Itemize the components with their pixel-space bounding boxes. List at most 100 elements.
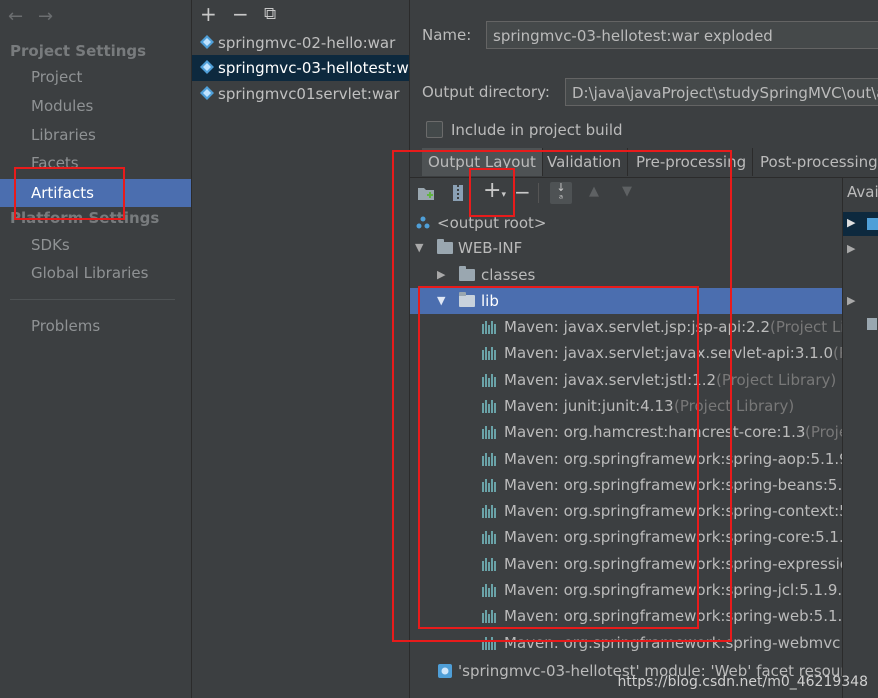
nav-item-project[interactable]: Project bbox=[0, 64, 191, 90]
library-row[interactable]: Maven: org.springframework:spring-expres… bbox=[410, 551, 842, 577]
tree-row-output-root[interactable]: <output root> bbox=[410, 210, 842, 236]
output-layout-tree: <output root> ▼ WEB-INF ▶ classes ▼ lib … bbox=[410, 208, 842, 698]
add-copy-of-button[interactable]: +▾ bbox=[483, 178, 506, 203]
settings-sidebar: ← → Project Settings Project Modules Lib… bbox=[0, 0, 192, 698]
nav-item-artifacts[interactable]: Artifacts bbox=[0, 179, 191, 207]
library-row[interactable]: Maven: junit:junit:4.13 (Project Library… bbox=[410, 393, 842, 419]
toolbar-separator bbox=[538, 183, 539, 203]
output-directory-label: Output directory: bbox=[422, 83, 550, 101]
nav-item-facets[interactable]: Facets bbox=[0, 150, 191, 176]
artifact-label: springmvc-03-hellotest:war exploded bbox=[218, 59, 410, 77]
nav-item-modules[interactable]: Modules bbox=[0, 93, 191, 119]
library-icon bbox=[482, 452, 498, 466]
library-name: Maven: org.springframework:spring-aop:5.… bbox=[504, 449, 842, 468]
library-row[interactable]: Maven: javax.servlet.jsp:jsp-api:2.2 (Pr… bbox=[410, 314, 842, 340]
name-field[interactable]: springmvc-03-hellotest:war exploded bbox=[486, 21, 878, 49]
library-icon bbox=[482, 584, 498, 597]
project-settings-heading: Project Settings bbox=[10, 42, 147, 60]
tree-row-web-inf[interactable]: ▼ WEB-INF bbox=[410, 235, 842, 261]
library-row[interactable]: Maven: javax.servlet:javax.servlet-api:3… bbox=[410, 340, 842, 366]
library-name: Maven: org.springframework:spring-expres… bbox=[504, 554, 842, 573]
artifact-label: springmvc01servlet:war bbox=[218, 85, 400, 103]
tree-label: classes bbox=[481, 266, 536, 284]
forward-arrow-icon[interactable]: → bbox=[38, 6, 53, 27]
tab-pre-processing[interactable]: Pre-processing bbox=[630, 148, 754, 176]
library-row[interactable]: Maven: org.springframework:spring-contex… bbox=[410, 498, 842, 524]
collapse-arrow-icon[interactable]: ▶ bbox=[437, 262, 445, 288]
library-scope: (Project Library) bbox=[716, 370, 837, 389]
library-name: Maven: junit:junit:4.13 bbox=[504, 396, 674, 415]
library-row[interactable]: Maven: org.springframework:spring-core:5… bbox=[410, 524, 842, 550]
tab-validation[interactable]: Validation bbox=[541, 148, 629, 176]
tree-row-classes[interactable]: ▶ classes bbox=[410, 262, 842, 288]
expand-arrow-icon[interactable]: ▼ bbox=[437, 288, 445, 314]
nav-item-sdks[interactable]: SDKs bbox=[0, 232, 191, 258]
library-scope: (Project Library) bbox=[805, 423, 842, 442]
artifact-item[interactable]: springmvc-02-hello:war bbox=[192, 30, 409, 56]
library-name: Maven: javax.servlet:jstl:1.2 bbox=[504, 370, 716, 389]
expand-arrow-icon[interactable]: ▼ bbox=[415, 235, 423, 261]
library-name: Maven: org.springframework:spring-web:5.… bbox=[504, 607, 842, 626]
tab-post-processing[interactable]: Post-processing bbox=[754, 148, 878, 176]
create-directory-icon[interactable] bbox=[418, 186, 436, 200]
library-name: Maven: org.springframework:spring-contex… bbox=[504, 502, 842, 521]
nav-item-libraries[interactable]: Libraries bbox=[0, 122, 191, 148]
remove-element-button[interactable]: − bbox=[514, 180, 531, 204]
library-row[interactable]: Maven: org.springframework:spring-aop:5.… bbox=[410, 446, 842, 472]
library-icon bbox=[482, 426, 498, 440]
include-in-build-label: Include in project build bbox=[451, 121, 623, 139]
archive-icon[interactable] bbox=[452, 184, 464, 202]
library-icon bbox=[482, 321, 498, 334]
back-arrow-icon[interactable]: ← bbox=[8, 6, 23, 27]
remove-artifact-button[interactable]: − bbox=[232, 2, 249, 26]
platform-settings-heading: Platform Settings bbox=[10, 209, 160, 227]
sort-elements-icon[interactable]: ↓ ᵃ bbox=[550, 182, 572, 204]
library-name: Maven: org.hamcrest:hamcrest-core:1.3 bbox=[504, 423, 806, 442]
library-icon bbox=[482, 636, 498, 650]
move-up-icon[interactable]: ▲ bbox=[589, 184, 599, 199]
available-elements-label: Available Elements bbox=[847, 183, 878, 201]
move-down-icon[interactable]: ▼ bbox=[622, 184, 632, 199]
watermark: https://blog.csdn.net/m0_46219348 bbox=[617, 674, 868, 690]
nav-item-global-libraries[interactable]: Global Libraries bbox=[0, 260, 191, 286]
tree-label: <output root> bbox=[437, 214, 547, 232]
sidebar-divider bbox=[10, 299, 175, 300]
library-icon bbox=[482, 478, 498, 492]
tree-label: WEB-INF bbox=[458, 239, 523, 257]
library-scope: (Project Library) bbox=[674, 396, 795, 415]
available-expand-arrow-icon[interactable]: ▶ bbox=[847, 216, 855, 229]
library-name: Maven: org.springframework:spring-beans:… bbox=[504, 475, 842, 494]
nav-item-problems[interactable]: Problems bbox=[0, 313, 191, 339]
tab-bar: Output Layout Validation Pre-processing … bbox=[410, 148, 878, 178]
library-name: Maven: javax.servlet.jsp:jsp-api:2.2 bbox=[504, 318, 771, 336]
library-row[interactable]: Maven: javax.servlet:jstl:1.2 (Project L… bbox=[410, 367, 842, 393]
library-row[interactable]: Maven: org.springframework:spring-beans:… bbox=[410, 472, 842, 498]
artifact-icon bbox=[200, 86, 214, 100]
library-row[interactable]: Maven: org.springframework:spring-jcl:5.… bbox=[410, 577, 842, 603]
file-icon bbox=[867, 318, 877, 330]
artifact-item-selected[interactable]: springmvc-03-hellotest:war exploded bbox=[192, 55, 409, 81]
artifact-item[interactable]: springmvc01servlet:war bbox=[192, 81, 409, 107]
library-row[interactable]: Maven: org.hamcrest:hamcrest-core:1.3 (P… bbox=[410, 419, 842, 445]
library-name: Maven: javax.servlet:javax.servlet-api:3… bbox=[504, 344, 834, 363]
library-row[interactable]: Maven: org.springframework:spring-web:5.… bbox=[410, 603, 842, 629]
library-icon bbox=[482, 557, 498, 571]
artifacts-panel: + − ⧉ springmvc-02-hello:war springmvc-0… bbox=[192, 0, 410, 698]
available-expand-arrow-icon[interactable]: ▶ bbox=[847, 242, 855, 255]
library-row[interactable]: Maven: org.springframework:spring-webmvc… bbox=[410, 630, 842, 656]
folder-icon bbox=[459, 266, 475, 281]
include-in-build-checkbox[interactable] bbox=[426, 121, 443, 138]
tree-row-lib[interactable]: ▼ lib bbox=[410, 288, 842, 314]
copy-artifact-button[interactable]: ⧉ bbox=[264, 4, 276, 24]
tab-output-layout[interactable]: Output Layout bbox=[422, 148, 543, 176]
tree-label: lib bbox=[481, 292, 499, 310]
artifact-label: springmvc-02-hello:war bbox=[218, 34, 396, 52]
output-directory-field[interactable]: D:\java\javaProject\studySpringMVC\out\a… bbox=[565, 78, 878, 106]
library-name: Maven: org.springframework:spring-jcl:5.… bbox=[504, 581, 842, 599]
available-expand-arrow-icon[interactable]: ▶ bbox=[847, 294, 855, 307]
output-root-icon bbox=[416, 216, 430, 229]
add-artifact-button[interactable]: + bbox=[200, 2, 217, 26]
artifact-config-panel: Name: springmvc-03-hellotest:war explode… bbox=[410, 0, 878, 698]
layout-toolbar: +▾ − ↓ ᵃ ▲ ▼ bbox=[410, 178, 842, 208]
folder-icon bbox=[459, 292, 475, 307]
